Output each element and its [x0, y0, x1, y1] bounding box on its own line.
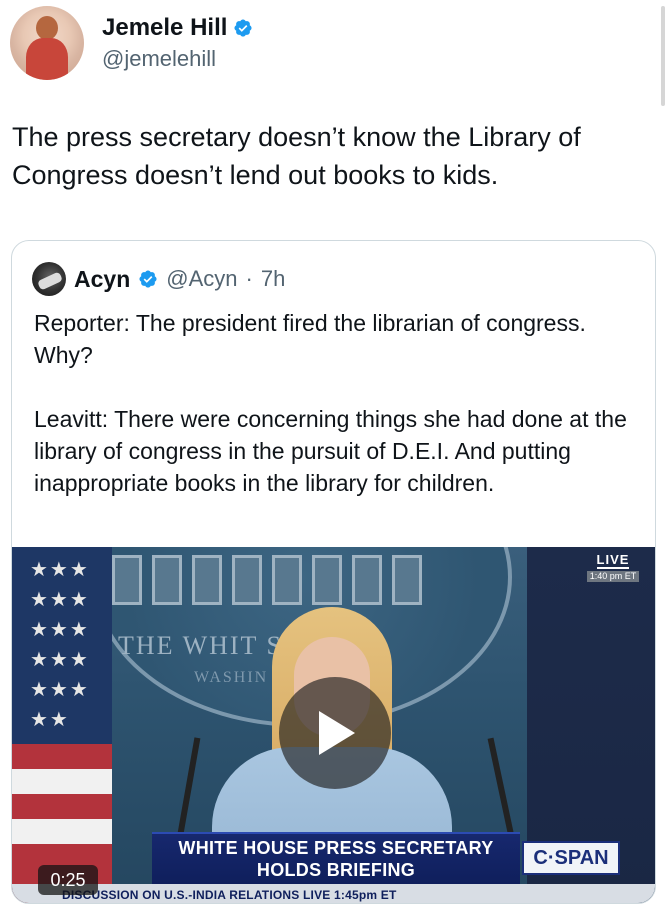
- news-ticker: DISCUSSION ON U.S.-INDIA RELATIONS LIVE …: [12, 884, 655, 903]
- dot-separator: ·: [245, 266, 253, 291]
- chyron-line: HOLDS BRIEFING: [256, 860, 416, 880]
- video-duration-badge: 0:25: [38, 865, 98, 895]
- author-avatar[interactable]: [10, 6, 84, 80]
- live-time: 1:40 pm ET: [586, 571, 640, 582]
- quoted-author-handle[interactable]: @Acyn: [166, 266, 237, 292]
- chyron-line: WHITE HOUSE PRESS SECRETARY: [178, 838, 494, 858]
- ticker-text: DISCUSSION ON U.S.-INDIA RELATIONS LIVE …: [62, 887, 397, 902]
- display-name-row: Jemele Hill: [102, 14, 253, 42]
- network-name: C·SPAN: [533, 846, 609, 869]
- news-chyron: WHITE HOUSE PRESS SECRETARY HOLDS BRIEFI…: [152, 832, 520, 884]
- quoted-tweet-paragraph: Reporter: The president fired the librar…: [34, 310, 586, 368]
- play-button[interactable]: [279, 677, 391, 789]
- cspan-logo: C·SPAN: [522, 841, 620, 875]
- quoted-tweet[interactable]: Acyn @Acyn · 7h Reporter: The president …: [11, 240, 656, 904]
- live-label: LIVE: [596, 552, 630, 569]
- briefing-room-windows: [112, 555, 442, 615]
- verified-badge-icon: [234, 19, 252, 37]
- quoted-tweet-paragraph: Leavitt: There were concerning things sh…: [34, 406, 627, 496]
- tweet-text: The press secretary doesn’t know the Lib…: [12, 122, 581, 190]
- video-player[interactable]: THE WHIT SE WASHIN ★★★ ★★★ ★★★ ★★★ ★★★ ★★ LIV…: [12, 547, 655, 903]
- video-duration: 0:25: [50, 869, 86, 890]
- author-display-name[interactable]: Jemele Hill: [102, 14, 227, 42]
- quoted-tweet-time[interactable]: 7h: [261, 266, 285, 292]
- quoted-author-display-name[interactable]: Acyn: [74, 266, 130, 293]
- quoted-author-avatar[interactable]: [32, 262, 66, 296]
- tweet-author: Jemele Hill @jemelehill: [10, 4, 253, 82]
- author-names: Jemele Hill @jemelehill: [102, 14, 253, 72]
- quoted-tweet-header: Acyn @Acyn · 7h: [32, 261, 285, 297]
- avatar-head: [36, 16, 58, 40]
- avatar-body: [26, 38, 68, 80]
- scrollbar[interactable]: [661, 6, 665, 106]
- flag-stars: ★★★ ★★★ ★★★ ★★★ ★★★ ★★: [30, 559, 90, 731]
- author-handle[interactable]: @jemelehill: [102, 46, 253, 72]
- verified-badge-icon: [139, 270, 157, 288]
- play-icon: [319, 711, 355, 755]
- live-bug: LIVE 1:40 pm ET: [583, 553, 643, 582]
- quoted-tweet-text: Reporter: The president fired the librar…: [34, 307, 644, 531]
